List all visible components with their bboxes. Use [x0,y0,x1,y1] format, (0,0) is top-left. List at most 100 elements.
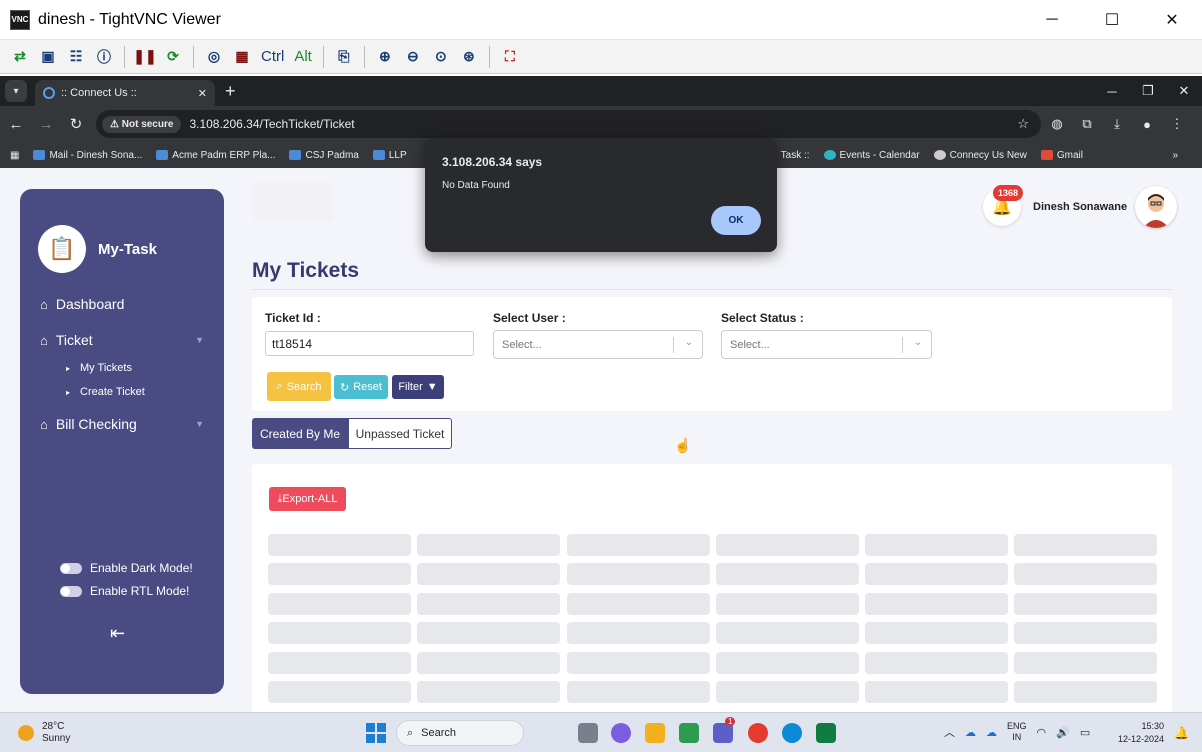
maximize-button[interactable]: ☐ [1082,0,1142,40]
ticket-id-input[interactable]: tt18514 [265,331,474,356]
wifi-icon[interactable]: ◠ [1037,726,1047,739]
browser-menu-icon[interactable]: ⋮ [1163,116,1191,132]
tab-search-icon[interactable]: ▾ [5,80,27,102]
save-icon[interactable]: ▣ [36,45,60,69]
back-icon[interactable]: ← [2,116,30,133]
sidebar-subitem-my-tickets[interactable]: ▸ My Tickets [66,362,132,374]
file-explorer-icon[interactable] [645,723,665,743]
temperature: 28°C [42,721,65,732]
task-view-icon[interactable] [578,723,598,743]
alt-key-button[interactable]: Alt [291,45,315,69]
start-menu-icon[interactable]: ▦ [230,45,254,69]
zoom-in-icon[interactable]: ⊕ [373,45,397,69]
browser-close-button[interactable]: ✕ [1166,76,1202,106]
language-indicator[interactable]: ENG IN [1007,721,1027,743]
sidebar-item-bill-checking[interactable]: ⌂ Bill Checking ▼ [40,416,204,432]
sidebar-item-ticket[interactable]: ⌂ Ticket ▼ [40,332,204,348]
extension-g-icon[interactable]: ◍ [1043,116,1071,132]
taskbar-clock[interactable]: 15:30 12-12-2024 [1118,720,1164,746]
new-connection-icon[interactable]: ⇄ [8,45,32,69]
skeleton-cell [865,593,1008,615]
weather-condition: Sunny [42,733,71,744]
bookmark-item[interactable]: Task :: [781,150,810,161]
sidebar-item-dashboard[interactable]: ⌂ Dashboard [40,296,204,312]
chevron-up-icon[interactable]: ︿ [944,724,955,740]
close-button[interactable]: ✕ [1142,0,1202,40]
teams-icon[interactable]: 1 [713,717,736,743]
notification-bell-icon[interactable]: 🔔 [1174,726,1189,740]
dark-mode-toggle[interactable] [60,562,82,574]
copilot-icon[interactable] [611,723,631,743]
download-icon[interactable]: ⤓ [1103,116,1131,132]
search-button[interactable]: ⌕ Search [267,372,331,401]
alert-ok-button[interactable]: OK [711,206,761,235]
bookmark-item[interactable]: Gmail [1040,150,1083,161]
bookmark-item[interactable]: Events - Calendar [823,150,920,161]
user-name[interactable]: Dinesh Sonawane [1033,201,1127,213]
windows-start-icon[interactable] [366,723,386,743]
address-bar[interactable]: ⚠ Not secure 3.108.206.34/TechTicket/Tic… [96,110,1041,138]
volume-icon[interactable]: 🔊 [1056,726,1070,739]
bookmark-item[interactable]: Mail - Dinesh Sona... [33,150,142,161]
options-icon[interactable]: ☷ [64,45,88,69]
bookmark-item[interactable]: Acme Padm ERP Pla... [156,150,275,161]
pause-icon[interactable]: ❚❚ [133,45,157,69]
select-separator [673,337,674,353]
browser-restore-button[interactable]: ❐ [1130,76,1166,106]
onedrive-icon[interactable]: ☁ [965,726,976,739]
filter-button[interactable]: Filter ▼ [392,375,444,399]
zoom-auto-icon[interactable]: ⊛ [457,45,481,69]
browser-minimize-button[interactable]: ─ [1094,76,1130,106]
clipboard-icon[interactable]: ⎘ [332,45,356,69]
profile-icon[interactable]: ● [1133,117,1161,132]
select-status-dropdown[interactable]: Select... ⌄ [721,330,932,359]
ctrl-alt-del-icon[interactable]: ◎ [202,45,226,69]
toolbar-divider [193,45,194,68]
skeleton-cell [268,622,411,644]
info-icon[interactable]: ⓘ [92,45,116,69]
rtl-mode-toggle[interactable] [60,585,82,597]
sidebar-brand[interactable]: 📋 My-Task [38,225,157,273]
tab-created-by-me[interactable]: Created By Me [252,418,348,449]
bookmark-item[interactable]: CSJ Padma [289,149,359,161]
extensions-icon[interactable]: ⧉ [1073,116,1101,132]
select-user-dropdown[interactable]: Select... ⌄ [493,330,703,359]
avatar[interactable] [1135,186,1178,228]
apps-grid-icon[interactable]: ▦ [10,150,19,161]
reset-button[interactable]: ↻ Reset [334,375,388,399]
store-icon[interactable] [679,723,699,743]
security-badge[interactable]: ⚠ Not secure [102,115,182,133]
refresh-icon[interactable]: ⟳ [161,45,185,69]
collapse-sidebar-icon[interactable]: ⇤ [110,623,125,644]
forward-icon[interactable]: → [32,116,60,133]
sidebar-item-label: Dashboard [55,296,125,312]
notification-badge: 1368 [993,185,1024,201]
bookmark-star-icon[interactable]: ☆ [1017,116,1029,132]
battery-icon[interactable]: ▭ [1080,726,1090,739]
ctrl-key-button[interactable]: Ctrl [258,45,287,69]
tab-close-icon[interactable]: ✕ [198,87,207,100]
excel-icon[interactable] [816,723,836,743]
bookmark-label: CSJ Padma [305,149,359,161]
onedrive-business-icon[interactable]: ☁ [986,726,997,739]
notification-bell[interactable]: 🔔 1368 [983,185,1024,226]
minimize-button[interactable]: ─ [1022,0,1082,40]
bookmark-label: Task :: [780,149,810,161]
bookmark-item[interactable]: Connecy Us New [933,150,1027,161]
browser-tab[interactable]: :: Connect Us :: ✕ [35,80,215,106]
new-tab-icon[interactable]: + [225,81,236,102]
reload-icon[interactable]: ↻ [62,115,90,133]
export-all-button[interactable]: ⤓ Export-ALL [269,487,346,511]
fullscreen-icon[interactable]: ⛶ [498,45,522,69]
more-bookmarks-icon[interactable]: » [1172,150,1178,161]
zoom-out-icon[interactable]: ⊖ [401,45,425,69]
tab-unpassed-ticket[interactable]: Unpassed Ticket [348,418,452,449]
alert-heading: 3.108.206.34 says [442,155,543,169]
sidebar-subitem-create-ticket[interactable]: ▸ Create Ticket [66,386,145,398]
edge-icon[interactable] [782,723,802,743]
zoom-100-icon[interactable]: ⊙ [429,45,453,69]
bookmark-item[interactable]: LLP [372,150,407,161]
weather-widget[interactable]: 28°C Sunny [18,721,70,745]
taskbar-search[interactable]: ⌕ Search [396,720,524,746]
chrome-icon[interactable] [748,723,768,743]
